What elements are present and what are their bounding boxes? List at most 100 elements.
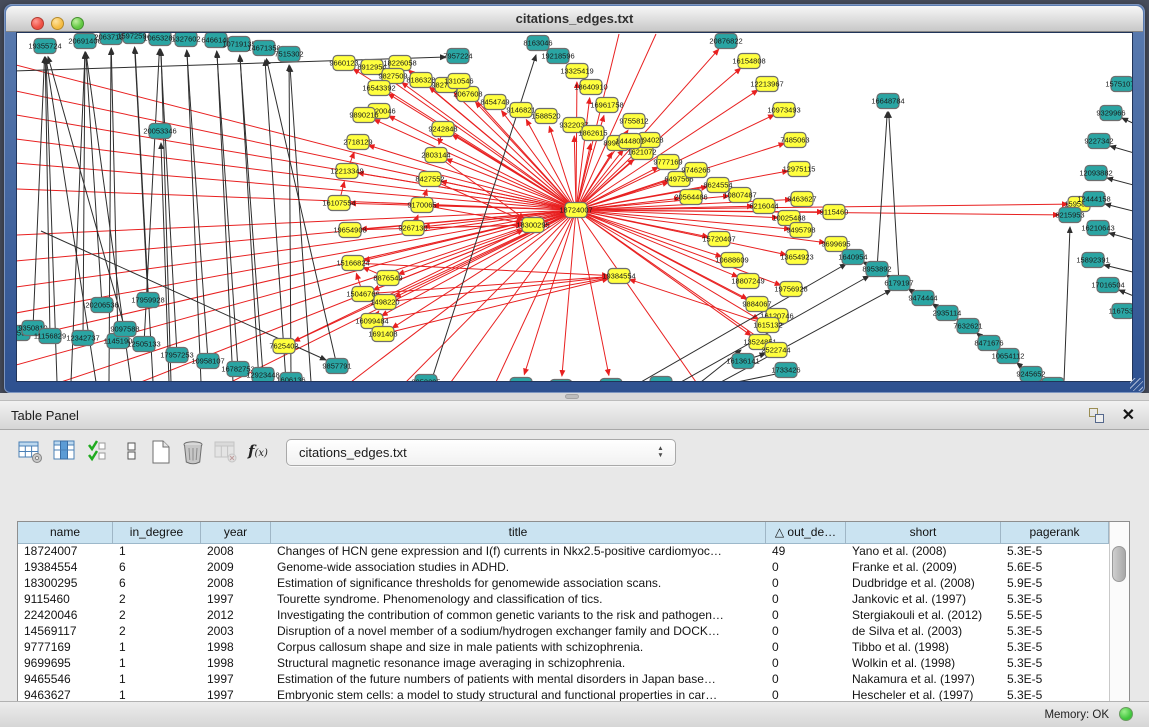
graph-node-label: 9632141 xyxy=(1038,381,1067,382)
graph-node-label: 18640910 xyxy=(574,83,607,92)
graph-node-label: 13325419 xyxy=(560,67,593,76)
graph-node-label: 10688609 xyxy=(715,256,748,265)
graph-node-label: 1733426 xyxy=(771,366,800,375)
table-cell: 6 xyxy=(113,560,201,576)
table-cell: 1998 xyxy=(201,640,271,656)
vertical-scrollbar[interactable] xyxy=(1109,522,1129,704)
graph-node-label: 18226058 xyxy=(383,59,416,68)
column-header-year[interactable]: year xyxy=(201,522,271,544)
close-panel-icon[interactable]: ✕ xyxy=(1122,405,1135,425)
graph-edge xyxy=(406,210,576,382)
select-columns-icon[interactable] xyxy=(85,438,113,466)
column-header-pagerank[interactable]: pagerank xyxy=(1001,522,1109,544)
graph-node-label: 19355724 xyxy=(28,42,61,51)
graph-node[interactable] xyxy=(600,379,622,383)
table-panel-body: f(x) citations_edges.txt ▲▼ namein_degre… xyxy=(0,430,1149,727)
network-graph[interactable]: 1872400796601238912954182260589827509165… xyxy=(17,33,1133,382)
graph-edge xyxy=(1105,204,1133,213)
graph-edge xyxy=(240,55,263,375)
graph-node-label: 13654923 xyxy=(780,253,813,262)
table-cell: Dudbridge et al. (2008) xyxy=(846,576,1001,592)
column-header-name[interactable]: name xyxy=(18,522,113,544)
graph-edge xyxy=(266,59,337,366)
table-cell: Nakamura et al. (1997) xyxy=(846,672,1001,688)
graph-node-label: 9329966 xyxy=(1096,109,1125,118)
table-cell: 9465546 xyxy=(18,672,113,688)
table-row[interactable]: 1456911722003Disruption of a novel membe… xyxy=(18,624,1109,640)
table-cell: 2003 xyxy=(201,624,271,640)
graph-node-label: 17016504 xyxy=(1091,281,1124,290)
row-height-icon[interactable] xyxy=(118,438,146,466)
graph-edge xyxy=(889,112,899,283)
graph-node-label: 8163046 xyxy=(523,39,552,48)
graph-node-label: 1615132 xyxy=(753,321,782,330)
table-cell: 9777169 xyxy=(18,640,113,656)
import-table-icon[interactable] xyxy=(212,438,240,466)
graph-node-label: 10807487 xyxy=(723,191,756,200)
graph-edge xyxy=(452,135,576,210)
graph-node-label: 2053295 xyxy=(411,378,440,382)
table-cell: Estimation of the future numbers of pati… xyxy=(271,672,766,688)
show-column-icon[interactable] xyxy=(51,438,79,466)
graph-node-label: 15720407 xyxy=(702,235,735,244)
graph-edge xyxy=(1109,233,1133,242)
graph-node-label: 1691408 xyxy=(368,330,397,339)
table-row[interactable]: 1938455462009Genome-wide association stu… xyxy=(18,560,1109,576)
table-cell: 2 xyxy=(113,608,201,624)
graph-node-label: 16154808 xyxy=(732,57,765,66)
graph-node-label: 18724007 xyxy=(559,206,592,215)
change-table-mode-icon[interactable] xyxy=(17,438,45,466)
graph-node-label: 17959928 xyxy=(131,296,164,305)
split-pane-grip[interactable] xyxy=(565,394,579,399)
graph-edge xyxy=(369,145,576,210)
graph-edge xyxy=(389,116,576,210)
graph-edge xyxy=(17,210,576,287)
table-row[interactable]: 1830029562008Estimation of significance … xyxy=(18,576,1109,592)
graph-node-label: 9884067 xyxy=(742,300,771,309)
graph-node-label: 10973493 xyxy=(767,106,800,115)
network-canvas[interactable]: 1872400796601238912954182260589827509165… xyxy=(16,32,1133,382)
graph-node-label: 1862615 xyxy=(578,129,607,138)
graph-node-label: 9097588 xyxy=(110,325,139,334)
graph-node-label: 9746266 xyxy=(681,166,710,175)
graph-node-label: 12505133 xyxy=(127,340,160,349)
table-panel-title: Table Panel xyxy=(11,408,79,423)
column-header-in_degree[interactable]: in_degree xyxy=(113,522,201,544)
graph-node-label: 9857791 xyxy=(322,362,351,371)
table-row[interactable]: 977716911998Corpus callosum shape and si… xyxy=(18,640,1109,656)
table-row[interactable]: 969969511998Structural magnetic resonanc… xyxy=(18,656,1109,672)
table-row[interactable]: 946554611997Estimation of the future num… xyxy=(18,672,1109,688)
graph-node[interactable] xyxy=(550,380,572,383)
graph-node-label: 9777169 xyxy=(653,158,682,167)
graph-node-label: 16107554 xyxy=(322,199,355,208)
table-cell: 0 xyxy=(766,624,846,640)
window-titlebar[interactable]: citations_edges.txt xyxy=(6,6,1143,32)
column-header-title[interactable]: title xyxy=(271,522,766,544)
graph-node-label: 19384554 xyxy=(602,272,635,281)
table-cell: Genome-wide association studies in ADHD. xyxy=(271,560,766,576)
float-panel-icon[interactable] xyxy=(1088,407,1105,424)
memory-ok-indicator xyxy=(1119,707,1133,721)
graph-node-label: 16099484 xyxy=(355,317,388,326)
graph-edge xyxy=(1104,265,1133,274)
table-cell: 1997 xyxy=(201,592,271,608)
table-row[interactable]: 1872400712008Changes of HCN gene express… xyxy=(18,544,1109,560)
column-header-out_de[interactable]: △ out_de… xyxy=(766,522,846,544)
window-resize-grip[interactable] xyxy=(1130,378,1143,391)
create-column-icon[interactable] xyxy=(147,438,175,466)
network-view-window[interactable]: citations_edges.txt 18724007966012389129… xyxy=(4,4,1145,393)
function-builder-icon[interactable]: f(x) xyxy=(248,442,276,470)
graph-edge xyxy=(240,56,259,382)
graph-node-label: 9890216 xyxy=(349,111,378,120)
table-row[interactable]: 2242004622012Investigating the contribut… xyxy=(18,608,1109,624)
table-selector-dropdown[interactable]: citations_edges.txt ▲▼ xyxy=(286,439,676,466)
graph-node-label: 8953892 xyxy=(862,265,891,274)
scrollbar-thumb[interactable] xyxy=(1112,546,1126,582)
table-cell: 2 xyxy=(113,592,201,608)
table-row[interactable]: 911546021997Tourette syndrome. Phenomeno… xyxy=(18,592,1109,608)
graph-node-label: 7632621 xyxy=(953,322,982,331)
table-cell: 0 xyxy=(766,592,846,608)
delete-columns-icon[interactable] xyxy=(179,438,207,466)
column-header-short[interactable]: short xyxy=(846,522,1001,544)
graph-node-label: 9699695 xyxy=(821,240,850,249)
